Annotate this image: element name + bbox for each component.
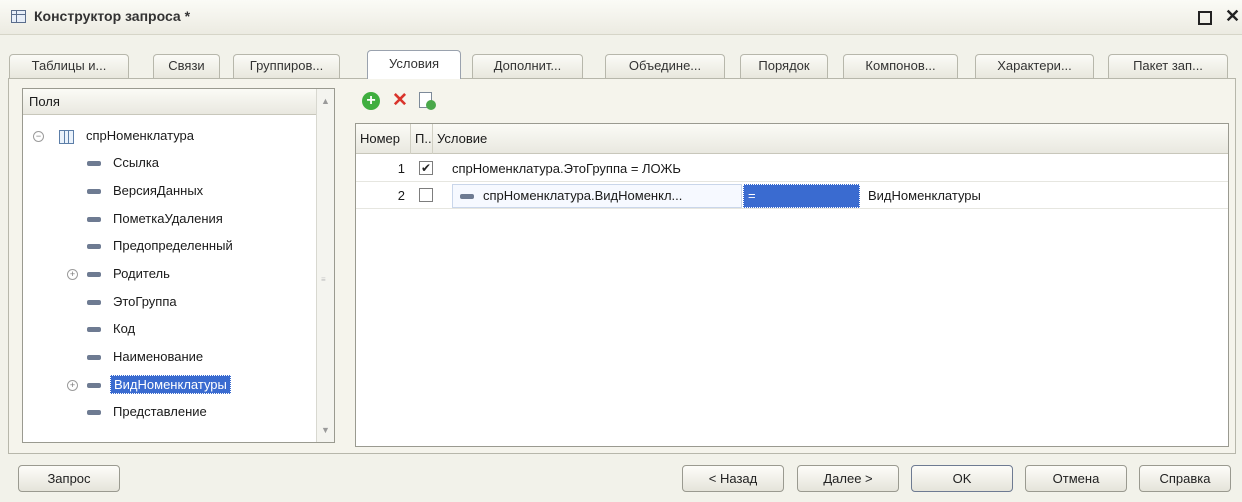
collapse-icon[interactable]: − — [33, 131, 44, 142]
scroll-up-icon[interactable]: ▲ — [321, 96, 330, 106]
field-icon — [460, 194, 474, 200]
field-icon — [87, 217, 101, 223]
tree-item[interactable]: Представление — [87, 400, 210, 424]
tree-item[interactable]: ПометкаУдаления — [87, 207, 226, 231]
tree-item[interactable]: Ссылка — [87, 151, 162, 175]
tree-item-label: Ссылка — [113, 155, 160, 170]
tree-item-label: ВидНоменклатуры — [110, 375, 231, 394]
tree-item[interactable]: Наименование — [87, 345, 206, 369]
tab-union[interactable]: Объедине... — [605, 54, 725, 78]
query-button[interactable]: Запрос — [18, 465, 120, 492]
tab-characteristics[interactable]: Характери... — [975, 54, 1094, 78]
tree-item-label: Наименование — [113, 349, 204, 364]
tab-links[interactable]: Связи — [153, 54, 220, 78]
tree-item[interactable]: ЭтоГруппа — [87, 290, 180, 314]
close-icon[interactable]: ✕ — [1225, 6, 1240, 27]
title-bar: Конструктор запроса * ✕ — [0, 0, 1242, 35]
scroll-down-icon[interactable]: ▼ — [321, 425, 330, 435]
column-condition[interactable]: Условие — [433, 124, 1228, 154]
field-icon — [87, 410, 101, 416]
field-icon — [87, 327, 101, 333]
condition-right-field[interactable]: ВидНоменклатуры — [868, 183, 981, 209]
tree-root-label: спрНоменклатура — [86, 128, 195, 143]
tree-item[interactable]: ВерсияДанных — [87, 179, 206, 203]
cancel-button[interactable]: Отмена — [1025, 465, 1127, 492]
delete-condition-icon[interactable]: ✕ — [392, 91, 410, 110]
help-button[interactable]: Справка — [1139, 465, 1231, 492]
tab-tables[interactable]: Таблицы и... — [9, 54, 129, 78]
table-header: Номер П.. Условие — [356, 124, 1228, 154]
row-number: 1 — [397, 161, 405, 176]
conditions-table[interactable]: Номер П.. Условие 1 ✔ спрНоменклатура.Эт… — [355, 123, 1229, 447]
fields-header: Поля — [23, 89, 334, 115]
condition-left-text: спрНоменклатура.ВидНоменкл... — [483, 188, 683, 203]
field-icon — [87, 189, 101, 195]
table-row[interactable]: 1 ✔ спрНоменклатура.ЭтоГруппа = ЛОЖЬ — [356, 156, 1228, 182]
column-number[interactable]: Номер — [356, 124, 411, 154]
field-icon — [87, 244, 101, 250]
tab-order[interactable]: Порядок — [740, 54, 828, 78]
add-condition-icon[interactable]: + — [362, 92, 380, 110]
condition-operator[interactable]: = — [743, 184, 860, 208]
field-icon — [87, 272, 101, 278]
tab-composition[interactable]: Компонов... — [843, 54, 958, 78]
tree-scrollbar[interactable]: ▲ ≡ ▼ — [316, 89, 334, 442]
window-table-icon — [11, 10, 26, 23]
tree-item-label: Представление — [113, 404, 207, 419]
maximize-icon[interactable] — [1198, 11, 1212, 25]
tab-advanced[interactable]: Дополнит... — [472, 54, 583, 78]
window-title: Конструктор запроса * — [34, 8, 191, 24]
tree-item-label: ПометкаУдаления — [113, 211, 223, 226]
row-checkbox[interactable] — [419, 188, 433, 202]
expand-icon[interactable]: + — [67, 269, 78, 280]
tree-item[interactable]: Код — [87, 317, 138, 341]
tree-item-label: ВерсияДанных — [113, 183, 204, 198]
tree-item-label: ЭтоГруппа — [113, 294, 177, 309]
back-button[interactable]: < Назад — [682, 465, 784, 492]
row-checkbox[interactable]: ✔ — [419, 161, 433, 175]
field-icon — [87, 161, 101, 167]
field-icon — [87, 300, 101, 306]
tree-item-label: Родитель — [113, 266, 170, 281]
expand-icon[interactable]: + — [67, 380, 78, 391]
condition-left-field[interactable]: спрНоменклатура.ВидНоменкл... — [452, 184, 742, 208]
table-icon — [59, 129, 74, 144]
column-flag[interactable]: П.. — [411, 124, 433, 154]
copy-condition-icon[interactable] — [418, 92, 436, 110]
table-row[interactable]: 2 спрНоменклатура.ВидНоменкл... = ВидНом… — [356, 183, 1228, 209]
tree-item[interactable]: Предопределенный — [87, 234, 236, 258]
tab-query-batch[interactable]: Пакет зап... — [1108, 54, 1228, 78]
ok-button[interactable]: OK — [911, 465, 1013, 492]
query-builder-window: Конструктор запроса * ✕ Таблицы и... Свя… — [0, 0, 1242, 502]
next-button[interactable]: Далее > — [797, 465, 899, 492]
tab-strip: Таблицы и... Связи Группиров... Условия … — [0, 46, 1242, 79]
tree-item-label: Код — [113, 321, 136, 336]
row-number: 2 — [397, 188, 405, 203]
tab-conditions[interactable]: Условия — [367, 50, 461, 79]
fields-tree[interactable]: Поля ▲ ≡ ▼ − спрНоменклатура Ссылка Верс… — [22, 88, 335, 443]
field-icon — [87, 355, 101, 361]
field-icon — [87, 383, 101, 389]
tree-item-label: Предопределенный — [113, 238, 233, 253]
scroll-thumb[interactable]: ≡ — [321, 275, 326, 284]
condition-text[interactable]: спрНоменклатура.ЭтоГруппа = ЛОЖЬ — [452, 156, 681, 182]
tab-grouping[interactable]: Группиров... — [233, 54, 340, 78]
